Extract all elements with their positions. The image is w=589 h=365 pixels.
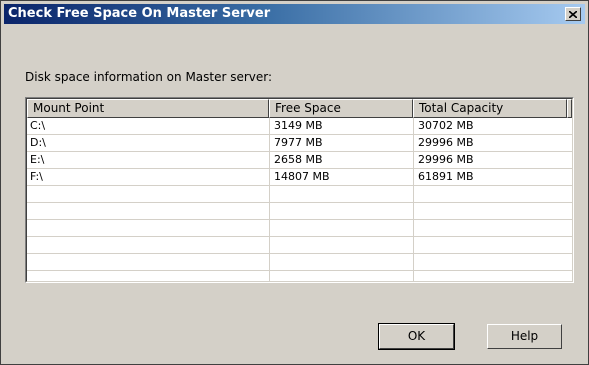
empty-row	[27, 237, 572, 254]
table-row[interactable]: C:\ 3149 MB 30702 MB	[27, 118, 572, 135]
help-button[interactable]: Help	[487, 324, 562, 349]
cell-mount-point: C:\	[30, 119, 46, 132]
cell-free-space: 7977 MB	[274, 136, 323, 149]
cell-free-space: 2658 MB	[274, 153, 323, 166]
disk-space-table[interactable]: Mount Point Free Space Total Capacity C:…	[25, 97, 574, 283]
title-bar[interactable]: Check Free Space On Master Server	[4, 4, 585, 24]
prompt-label: Disk space information on Master server:	[25, 70, 273, 84]
column-header-filler	[567, 99, 572, 118]
table-inner: Mount Point Free Space Total Capacity C:…	[26, 98, 573, 282]
empty-row	[27, 271, 572, 282]
window-title: Check Free Space On Master Server	[8, 6, 271, 21]
empty-row	[27, 203, 572, 220]
cell-free-space: 14807 MB	[274, 170, 330, 183]
close-button[interactable]	[565, 7, 581, 21]
close-icon	[569, 10, 577, 18]
ok-button[interactable]: OK	[378, 323, 455, 350]
empty-row	[27, 186, 572, 203]
column-header-mount-point[interactable]: Mount Point	[27, 99, 269, 118]
empty-row	[27, 254, 572, 271]
cell-mount-point: E:\	[30, 153, 45, 166]
cell-mount-point: F:\	[30, 170, 43, 183]
column-header-free-space[interactable]: Free Space	[269, 99, 413, 118]
cell-mount-point: D:\	[30, 136, 46, 149]
cell-free-space: 3149 MB	[274, 119, 323, 132]
column-header-total-capacity[interactable]: Total Capacity	[413, 99, 567, 118]
table-row[interactable]: D:\ 7977 MB 29996 MB	[27, 135, 572, 152]
dialog-window: Check Free Space On Master Server Disk s…	[0, 0, 589, 365]
cell-total-capacity: 29996 MB	[418, 136, 474, 149]
cell-total-capacity: 29996 MB	[418, 153, 474, 166]
cell-total-capacity: 30702 MB	[418, 119, 474, 132]
table-row[interactable]: F:\ 14807 MB 61891 MB	[27, 169, 572, 186]
empty-row	[27, 220, 572, 237]
cell-total-capacity: 61891 MB	[418, 170, 474, 183]
table-row[interactable]: E:\ 2658 MB 29996 MB	[27, 152, 572, 169]
